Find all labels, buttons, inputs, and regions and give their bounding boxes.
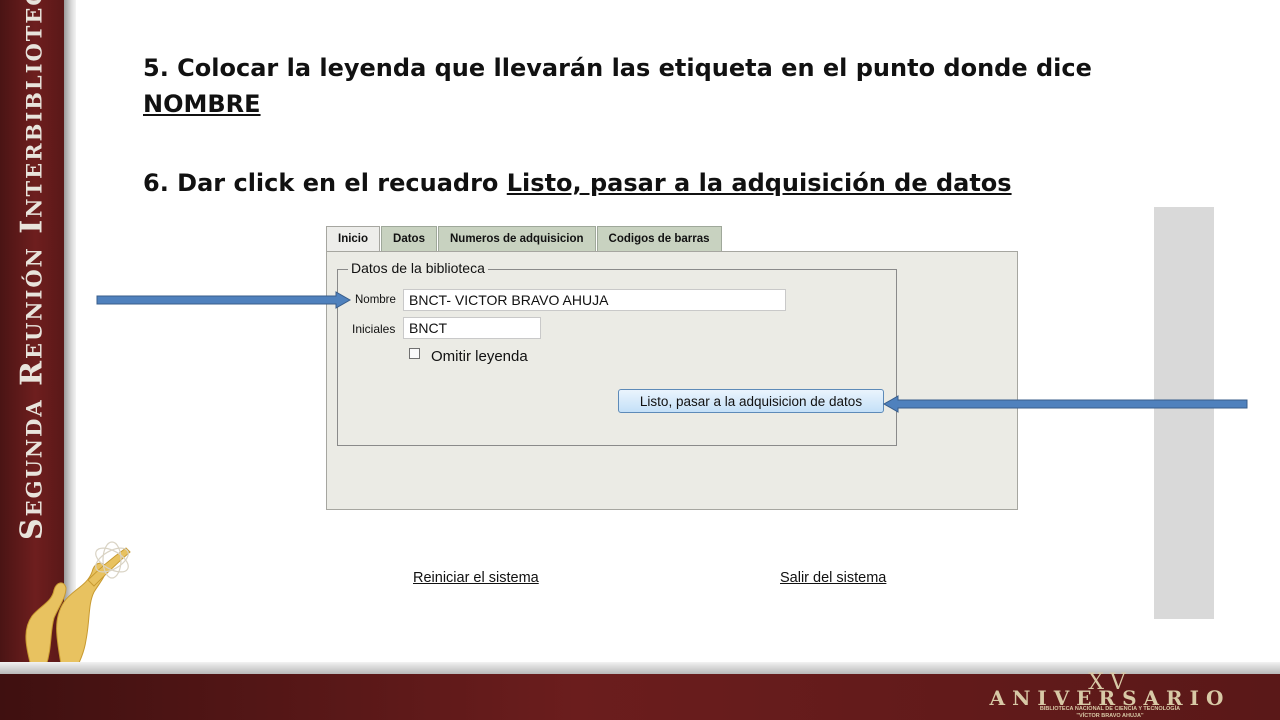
tab-datos[interactable]: Datos bbox=[381, 226, 437, 251]
nombre-input[interactable] bbox=[403, 289, 786, 311]
listo-button[interactable]: Listo, pasar a la adquisicion de datos bbox=[618, 389, 884, 413]
anniversary-line1: BIBLIOTECA NACIONAL DE CIENCIA Y TECNOLO… bbox=[1039, 706, 1181, 712]
sculpture-figures-icon bbox=[25, 541, 131, 677]
anniversary-line2: "VÍCTOR BRAVO AHUJA" bbox=[1076, 713, 1144, 719]
tab-bar: Inicio Datos Numeros de adquisicion Codi… bbox=[326, 226, 723, 253]
reiniciar-sistema-link[interactable]: Reiniciar el sistema bbox=[413, 570, 539, 586]
nombre-label: Nombre bbox=[355, 294, 396, 306]
tab-inicio[interactable]: Inicio bbox=[326, 226, 381, 253]
tab-codigos-de-barras[interactable]: Codigos de barras bbox=[596, 226, 722, 251]
step-6-instruction: 6. Dar click en el recuadro Listo, pasar… bbox=[143, 165, 1143, 201]
iniciales-input[interactable] bbox=[403, 317, 541, 339]
tab-numeros-de-adquisicion[interactable]: Numeros de adquisicion bbox=[437, 226, 596, 251]
step-5-underlined: NOMBRE bbox=[143, 90, 261, 118]
anniversary-logo: XV ANIVERSARIO BIBLIOTECA NACIONAL DE CI… bbox=[950, 670, 1270, 720]
step-5-instruction: 5. Colocar la leyenda que llevarán las e… bbox=[143, 50, 1143, 122]
salir-sistema-link[interactable]: Salir del sistema bbox=[780, 570, 886, 586]
grey-scroll-strip bbox=[1154, 207, 1214, 619]
arrow-right-icon bbox=[96, 291, 352, 309]
fieldset-legend: Datos de la biblioteca bbox=[348, 260, 488, 276]
step-5-text: 5. Colocar la leyenda que llevarán las e… bbox=[143, 54, 1092, 82]
omitir-leyenda-checkbox[interactable] bbox=[409, 348, 420, 359]
sidebar-title: Segunda Reunión Interbibliotecaria 2013 bbox=[14, 0, 50, 540]
iniciales-label: Iniciales bbox=[352, 322, 396, 336]
step-6-underlined: Listo, pasar a la adquisición de datos bbox=[506, 169, 1012, 197]
step-6-prefix: 6. Dar click en el recuadro bbox=[143, 169, 499, 197]
omitir-leyenda-label[interactable]: Omitir leyenda bbox=[431, 348, 528, 365]
